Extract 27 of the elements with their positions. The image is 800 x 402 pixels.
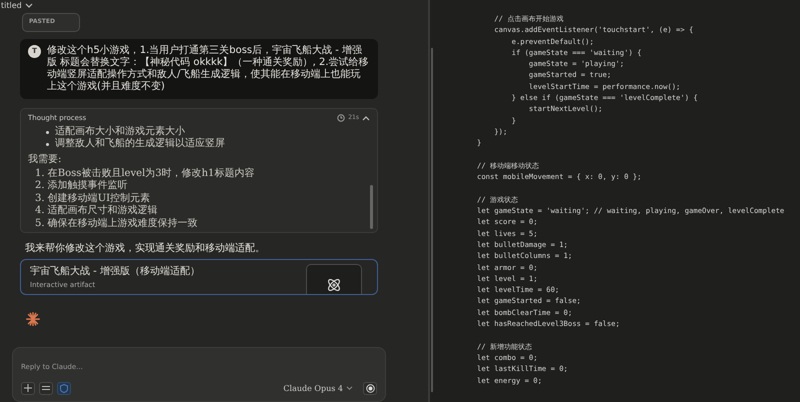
- thought-step: 2. 添加触摸事件监听: [35, 180, 363, 193]
- chat-title[interactable]: titled: [1, 1, 22, 11]
- thought-step: 3. 创建移动端UI控制元素: [35, 192, 363, 206]
- assistant-message-text: 我来帮你修改这个游戏，实现通关奖励和移动端适配。: [25, 242, 266, 255]
- spark-logo-icon: [25, 312, 41, 326]
- thought-step: 4. 适配画布尺寸和游戏逻辑: [35, 205, 363, 218]
- thought-heading: 我需要:: [28, 152, 62, 166]
- sliders-icon: [42, 384, 50, 392]
- shield-icon: [60, 384, 68, 393]
- add-button[interactable]: [21, 382, 35, 395]
- tools-button[interactable]: [39, 382, 53, 395]
- record-icon: [366, 384, 374, 393]
- artifact-title: 宇宙飞船大战 - 增强版（移动端适配）: [30, 264, 200, 278]
- thought-bullet: 调整敌人和飞船的生成逻辑以适应竖屏: [46, 138, 363, 151]
- model-selector[interactable]: Claude Opus 4: [277, 384, 359, 393]
- user-message-text: 修改这个h5小游戏，1.当用户打通第三关boss后，宇宙飞船大战 - 增强版 标题会替换文字：【神秘代码 okkkk】（一种通关奖励）, 2.尝试给移动端竖屏适配操作方式和敌人/飞船生成逻辑，使其能在移动端上也能玩上这个游戏(并且难度不变): [47, 44, 370, 93]
- plus-icon: [24, 384, 32, 392]
- voice-button[interactable]: [363, 382, 377, 395]
- chevron-up-icon[interactable]: [362, 114, 370, 121]
- atom-icon: [326, 276, 342, 293]
- thought-step: 5. 确保在移动端上游戏难度保持一致: [35, 218, 363, 230]
- thought-bullet: 适配画布大小和游戏元素大小: [46, 126, 363, 138]
- clock-icon: [337, 114, 346, 122]
- chevron-down-icon: [346, 386, 353, 391]
- thought-step: 1. 在Boss被击败且level为3时，修改h1标题内容: [35, 168, 363, 180]
- scrollbar[interactable]: [370, 184, 373, 229]
- chevron-down-icon[interactable]: [24, 3, 33, 9]
